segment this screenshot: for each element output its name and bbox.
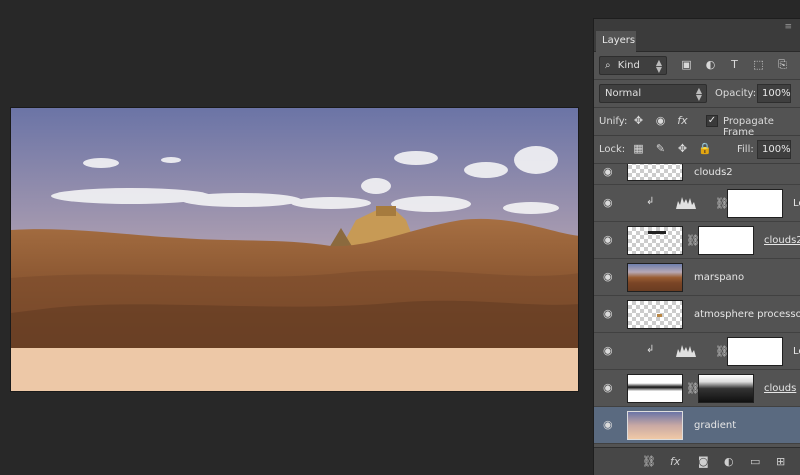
lock-position-icon[interactable]: ✥ xyxy=(676,143,689,155)
new-adjustment-icon[interactable]: ◐ xyxy=(724,455,734,468)
layer-row[interactable]: ◉ ⛓ clouds2 xyxy=(594,222,800,259)
opacity-label: Opacity: xyxy=(715,88,757,99)
propagate-frame-checkbox[interactable]: ✓ xyxy=(706,115,718,127)
filter-kind-select[interactable]: ⌕ Kind ▲ ▼ xyxy=(599,56,667,75)
unify-row: Unify: ✥ ◉ fx ✓ Propagate Frame xyxy=(594,108,800,138)
layer-name[interactable]: gradient xyxy=(694,420,736,431)
unify-visibility-icon[interactable]: ◉ xyxy=(654,115,667,127)
layer-thumbnail xyxy=(627,374,683,403)
layer-name[interactable]: atmosphere processor xyxy=(694,309,800,320)
fill-label: Fill: xyxy=(737,144,754,155)
link-layers-icon[interactable]: ⛓ xyxy=(642,455,656,468)
eye-icon[interactable]: ◉ xyxy=(603,166,617,178)
layer-name[interactable]: clouds2 xyxy=(694,167,733,178)
tab-layers[interactable]: Layers xyxy=(596,31,636,52)
layers-list: ◉ clouds2 ◉ ↲ ⛓ Le ◉ ⛓ clouds2 xyxy=(594,164,800,466)
new-layer-icon[interactable]: ⊞ xyxy=(776,455,785,468)
clip-arrow-icon: ↲ xyxy=(646,344,655,355)
layer-mask-thumbnail xyxy=(698,374,754,403)
layer-name[interactable]: clouds2 xyxy=(764,235,800,246)
levels-adjustment-icon xyxy=(676,345,696,357)
layers-bottom-toolbar: ⛓ fx ◙ ◐ ▭ ⊞ xyxy=(594,447,800,475)
layer-row[interactable]: ◉ ↲ ⛓ Le xyxy=(594,333,800,370)
eye-icon[interactable]: ◉ xyxy=(603,234,617,246)
layer-thumbnail xyxy=(627,300,683,329)
search-icon: ⌕ xyxy=(605,60,611,71)
layer-row[interactable]: ◉ ↲ ⛓ Le xyxy=(594,185,800,222)
eye-icon[interactable]: ◉ xyxy=(603,271,617,283)
blend-mode-value: Normal xyxy=(605,88,642,99)
adjustment-filter-icon[interactable]: ◐ xyxy=(704,59,717,71)
layer-name[interactable]: marspano xyxy=(694,272,744,283)
layer-name[interactable]: Le xyxy=(793,346,800,357)
fill-input[interactable]: 100% xyxy=(757,140,791,159)
image-filter-icon[interactable]: ▣ xyxy=(680,59,693,71)
layers-panel: Layers ≡ ⌕ Kind ▲ ▼ ▣ ◐ T ⬚ ⎘ Normal ▲ ▼ O… xyxy=(593,18,800,475)
layer-thumbnail xyxy=(627,226,683,255)
layer-thumbnail xyxy=(627,164,683,181)
clip-arrow-icon: ↲ xyxy=(646,196,655,207)
layer-row[interactable]: ◉ marspano xyxy=(594,259,800,296)
lock-label: Lock: xyxy=(599,144,626,155)
panel-menu-icon[interactable]: ≡ xyxy=(784,22,792,32)
levels-adjustment-icon xyxy=(676,197,696,209)
type-filter-icon[interactable]: T xyxy=(728,59,741,71)
opacity-input[interactable]: 100% xyxy=(757,84,791,103)
eye-icon[interactable]: ◉ xyxy=(603,419,617,431)
blend-row: Normal ▲ ▼ Opacity: 100% xyxy=(594,80,800,108)
layer-name[interactable]: clouds xyxy=(764,383,796,394)
propagate-frame-label: Propagate Frame xyxy=(723,116,774,138)
layer-thumbnail xyxy=(627,263,683,292)
unify-style-icon[interactable]: fx xyxy=(676,115,689,127)
filter-row: ⌕ Kind ▲ ▼ ▣ ◐ T ⬚ ⎘ xyxy=(594,52,800,80)
eye-icon[interactable]: ◉ xyxy=(603,382,617,394)
unify-position-icon[interactable]: ✥ xyxy=(632,115,645,127)
layer-row[interactable]: ◉ ⛓ clouds xyxy=(594,370,800,407)
eye-icon[interactable]: ◉ xyxy=(603,308,617,320)
lock-brush-icon[interactable]: ✎ xyxy=(654,143,667,155)
layer-name[interactable]: Le xyxy=(793,198,800,209)
unify-label: Unify: xyxy=(599,116,628,127)
lock-row: Lock: ▦ ✎ ✥ 🔒 Fill: 100% xyxy=(594,136,800,164)
smart-object-filter-icon[interactable]: ⎘ xyxy=(776,59,789,71)
shape-filter-icon[interactable]: ⬚ xyxy=(752,59,765,71)
add-mask-icon[interactable]: ◙ xyxy=(698,455,709,468)
layer-row-selected[interactable]: ◉ gradient xyxy=(594,407,800,444)
layer-row[interactable]: ◉ atmosphere processor xyxy=(594,296,800,333)
layer-row[interactable]: ◉ clouds2 xyxy=(594,164,800,185)
layer-thumbnail xyxy=(627,411,683,440)
layer-style-icon[interactable]: fx xyxy=(670,455,680,468)
lock-transparent-icon[interactable]: ▦ xyxy=(632,143,645,155)
layer-mask-thumbnail xyxy=(727,189,783,218)
eye-icon[interactable]: ◉ xyxy=(603,345,617,357)
new-group-icon[interactable]: ▭ xyxy=(750,455,760,468)
lock-all-icon[interactable]: 🔒 xyxy=(698,143,712,155)
layer-mask-thumbnail xyxy=(727,337,783,366)
eye-icon[interactable]: ◉ xyxy=(603,197,617,209)
updown-arrow-icon: ▲ ▼ xyxy=(655,58,662,74)
panel-tabbar: Layers ≡ xyxy=(594,19,800,52)
gradient-band xyxy=(11,348,578,391)
layer-mask-thumbnail xyxy=(698,226,754,255)
filter-kind-label: Kind xyxy=(617,60,640,71)
document-canvas[interactable] xyxy=(10,107,579,392)
updown-arrow-icon: ▲ ▼ xyxy=(695,86,702,102)
blend-mode-select[interactable]: Normal ▲ ▼ xyxy=(599,84,707,103)
